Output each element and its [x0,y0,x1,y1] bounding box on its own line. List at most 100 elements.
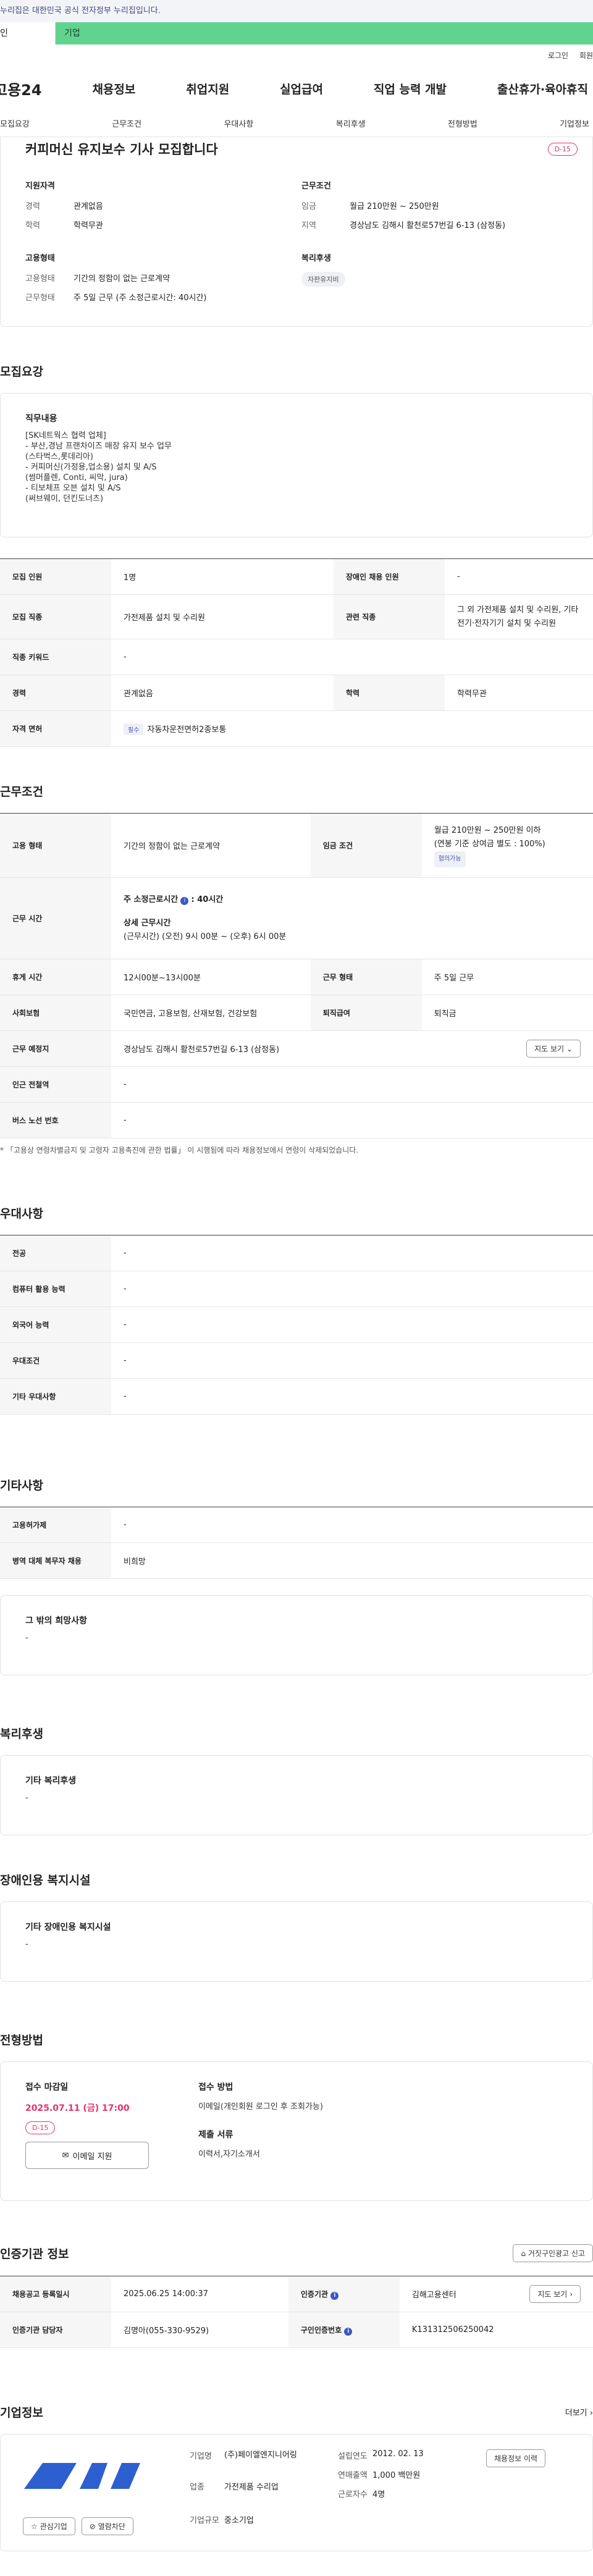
gnb-item-jobs[interactable]: 채용정보 [92,80,135,97]
anchor-apply[interactable]: 전형방법 [448,117,477,129]
career-value: 관계없음 [74,202,103,211]
cell-value: 퇴직금 [421,995,593,1031]
utility-links: 로그인 회원 [0,44,593,67]
qual-heading: 지원자격 [25,182,55,191]
area-value: 경상남도 김해시 활천로57번길 6-13 (삼정동) [350,221,506,230]
house-icon: ⌂ [521,2249,526,2258]
apply-section-title: 전형방법 [0,2034,43,2047]
cert-section-head: 인증기관 정보 ⌂ 거짓구인광고 신고 [0,2244,593,2262]
job-title: 커피머신 유지보수 기사 모집합니다 [25,142,218,157]
cell-label: 직종 키워드 [0,639,111,675]
cell-label: 학력 [334,675,445,711]
info-icon[interactable]: i [330,2291,339,2300]
info-label: 연매출액 [338,2471,368,2480]
map-view-button[interactable]: 지도 보기 ⌄ [526,1040,581,1058]
welfare-box: 기타 복리후생 - [0,1755,593,1835]
etc-wish-value: - [25,1633,28,1643]
cell-value: - [445,558,593,595]
table-row: 인근 전철역 - [0,1066,593,1103]
docs-heading: 제출 서류 [198,2130,233,2140]
table-row: 경력 관계없음 학력 학력무관 [0,675,593,711]
table-row: 모집 인원 1명 장애인 채용 인원 - [0,558,593,595]
cell-label: 버스 노선 번호 [0,1102,111,1139]
cell-label: 우대조건 [0,1342,111,1379]
deadline-value: 2025.07.11 (금) 17:00 [25,2103,130,2113]
agency-map-button[interactable]: 지도 보기 › [529,2285,581,2303]
cell-value: - [111,1271,593,1307]
table-row: 기타 우대사항 - [0,1378,593,1415]
table-row: 우대조건 - [0,1342,593,1379]
job-summary-card: 커피머신 유지보수 기사 모집합니다 D-15 지원자격 경력 관계없음 학력 학력… [0,137,593,327]
cell-label: 인증기관 i [288,2276,400,2312]
anchor-welfare[interactable]: 복리후생 [336,117,366,129]
apply-box: 접수 마감일 2025.07.11 (금) 17:00 D-15 ✉ 이메일 지… [0,2061,593,2201]
cond-heading: 근무조건 [301,182,331,191]
company-logo [24,2463,140,2489]
table-row: 병역 대체 복무자 채용 비희망 [0,1543,593,1579]
time-main-label: 주 소정근로시간 [124,894,179,904]
tab-person[interactable]: 인 [0,22,56,44]
cell-value: 12시00분~13시00분 [111,959,311,995]
wage-line-2: (연봉 기준 상여금 별도 : 100%) [434,839,545,849]
agency-value: 김해고용센터 [411,2291,456,2300]
required-tag: 필수 [124,723,144,735]
site-logo[interactable]: 고용24 [0,78,42,99]
time-detail-label: 상세 근무시간 [124,918,171,928]
emp-heading: 고용형태 [25,254,55,263]
welfare-section-title: 복리후생 [0,1727,43,1741]
disabled-box-value: - [25,1940,28,1949]
anchor-recruit[interactable]: 모집요강 [0,117,30,129]
gnb-item-support[interactable]: 취업지원 [186,80,229,97]
job-history-button[interactable]: 채용정보 이력 [486,2449,546,2467]
table-row: 고용허가제 - [0,1507,593,1543]
company-section-title: 기업정보 [0,2406,43,2420]
method-value: 이메일(개인회원 로그인 후 조회가능) [198,2102,323,2111]
cell-label: 근무 예정지 [0,1030,111,1067]
industry-value: 가전제품 수리업 [224,2483,279,2493]
cell-label: 임금 조건 [310,813,422,878]
cell-label: 장애인 채용 인원 [334,558,445,595]
table-row: 전공 - [0,1235,593,1271]
global-nav: 고용24 채용정보 취업지원 실업급여 직업 능력 개발 출산휴가·육아휴직 [0,67,593,110]
cell-value: - [111,1235,593,1271]
gnb-item-leave[interactable]: 출산휴가·육아휴직 [497,80,588,97]
block-company-button[interactable]: ⊘ 열람차단 [81,2517,133,2535]
login-link[interactable]: 로그인 [548,51,568,60]
company-more-link[interactable]: 더보기 › [565,2406,593,2418]
gnb-item-unemployment[interactable]: 실업급여 [280,80,323,97]
tab-company[interactable]: 기업 [56,22,593,44]
report-fake-ad-button[interactable]: ⌂ 거짓구인광고 신고 [513,2244,593,2262]
block-icon: ⊘ [89,2522,96,2531]
cell-label: 사회보험 [0,995,111,1031]
place-value: 경상남도 김해시 활천로57번길 6-13 (삼정동) [124,1045,280,1054]
welfare-box-value: - [25,1793,28,1803]
table-row: 버스 노선 번호 - [0,1102,593,1139]
email-apply-button[interactable]: ✉ 이메일 지원 [25,2142,149,2169]
company-section-head: 기업정보 더보기 › [0,2404,593,2420]
cell-label: 휴게 시간 [0,959,111,995]
section-anchor-nav: 모집요강 근무조건 우대사항 복리후생 전형방법 기업정보 [0,110,593,137]
anchor-work[interactable]: 근무조건 [112,117,141,129]
join-link[interactable]: 회원 [579,51,593,60]
cell-value: - [111,1507,593,1543]
chevron-down-icon: ⌄ [566,1045,573,1053]
cell-label: 전공 [0,1235,111,1271]
gnb-item-training[interactable]: 직업 능력 개발 [374,80,447,97]
table-row: 휴게 시간 12시00분~13시00분 근무 형태 주 5일 근무 [0,959,593,995]
company-name: (주)페이엘엔지니어링 [224,2451,297,2460]
job-desc-body: [SK네트웍스 협력 업체] - 부산,경남 프랜차이즈 매장 유지 보수 업무… [25,431,172,503]
info-icon[interactable]: i [180,896,189,905]
info-label: 기업명 [190,2452,212,2461]
favorite-company-button[interactable]: ☆ 관심기업 [23,2517,75,2535]
cell-label: 모집 직종 [0,594,111,639]
cell-value: 월급 210만원 ~ 250만원 이하 (연봉 기준 상여금 별도 : 100%… [421,813,593,878]
dday-badge: D-15 [547,142,578,156]
etc-table: 고용허가제 - 병역 대체 복무자 채용 비희망 [0,1507,593,1579]
anchor-company[interactable]: 기업정보 [560,117,589,129]
cell-value: 주 소정근로시간 i : 40시간 상세 근무시간 (근무시간) (오전) 9시… [111,877,593,959]
info-icon[interactable]: i [344,2327,353,2336]
anchor-pref[interactable]: 우대사항 [224,117,253,129]
cell-label: 근무 시간 [0,877,111,959]
method-heading: 접수 방법 [198,2082,233,2092]
table-row: 채용공고 등록일시 2025.06.25 14:00:37 인증기관 i 김해고… [0,2276,593,2312]
